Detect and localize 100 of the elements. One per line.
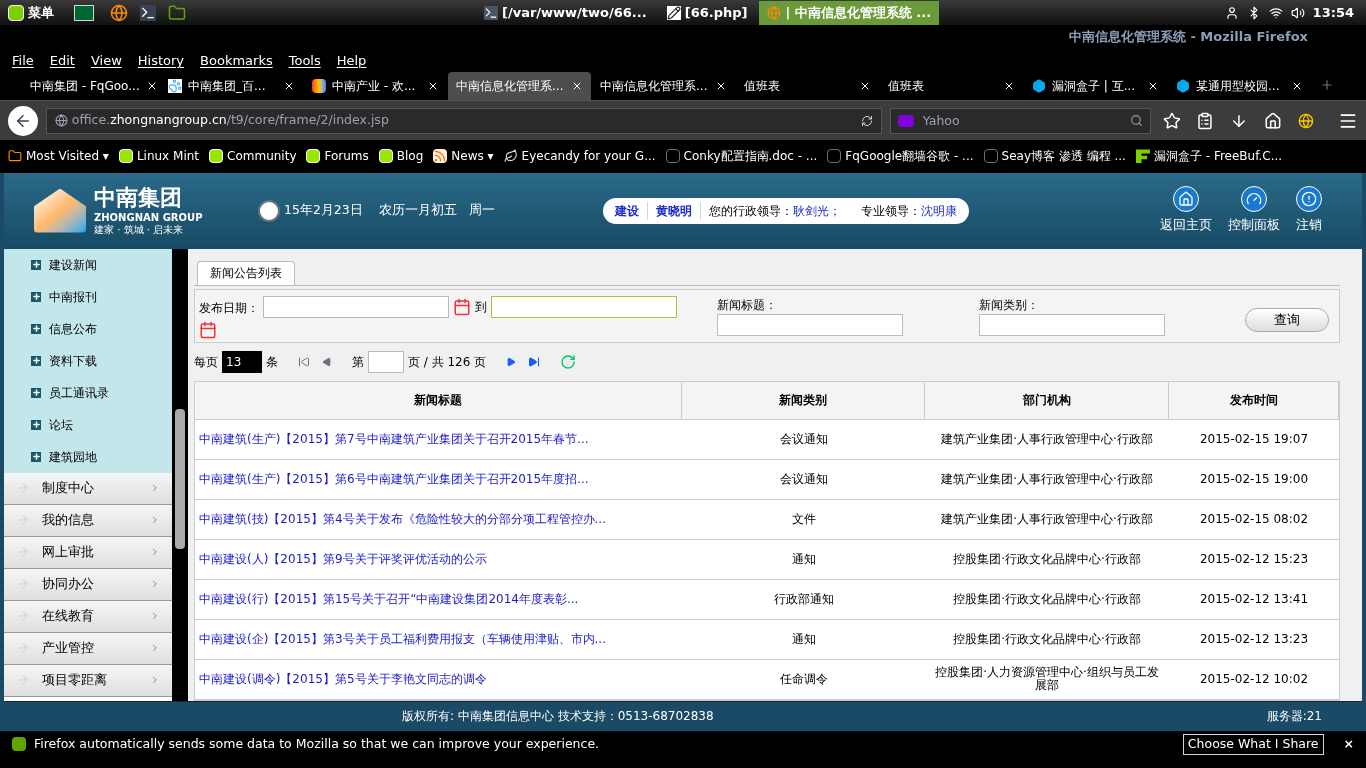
page-field[interactable] xyxy=(368,350,404,373)
wifi-icon[interactable] xyxy=(1268,5,1283,20)
home-icon[interactable] xyxy=(1264,111,1283,130)
search-field[interactable]: Yahoo xyxy=(889,107,1151,134)
first-page-icon[interactable] xyxy=(298,355,310,368)
next-page-icon[interactable] xyxy=(506,356,517,367)
bookmark-item[interactable]: Most Visited ▾ xyxy=(8,147,109,166)
title-field[interactable] xyxy=(717,313,903,336)
menu-item[interactable]: Help xyxy=(336,51,367,71)
browser-tab[interactable]: 某通用型校园... xyxy=(1168,72,1311,100)
submenu-item[interactable]: 员工通讯录 xyxy=(4,376,172,409)
submenu-item[interactable]: 资料下载 xyxy=(4,344,172,377)
content-tab[interactable]: 新闻公告列表 xyxy=(197,260,295,285)
sidebar-item[interactable]: 制度中心 xyxy=(4,472,172,505)
scrollbar-thumb[interactable] xyxy=(175,408,185,549)
reading-list-icon[interactable] xyxy=(1196,111,1215,130)
close-icon[interactable] xyxy=(859,80,871,92)
bookmark-item[interactable]: News ▾ xyxy=(433,147,494,166)
type-field[interactable] xyxy=(979,313,1165,336)
sidebar-item[interactable]: 在线教育 xyxy=(4,600,172,633)
globe-icon[interactable] xyxy=(1298,112,1315,129)
previous-page-icon[interactable] xyxy=(322,356,332,367)
news-title-link[interactable]: 中南建设(人)【2015】第9号关于评奖评优活动的公示 xyxy=(195,550,682,569)
news-title-link[interactable]: 中南建设(行)【2015】第15号关于召开“中南建设集团2014年度表彰... xyxy=(195,590,682,609)
close-icon[interactable] xyxy=(427,80,439,92)
header-action[interactable]: 控制面板 xyxy=(1228,186,1280,235)
column-header[interactable]: 部门机构 xyxy=(925,381,1169,419)
user-icon[interactable] xyxy=(1224,5,1239,20)
close-icon[interactable] xyxy=(715,80,727,92)
close-button[interactable]: × xyxy=(1343,734,1354,754)
start-menu-button[interactable]: 菜单 xyxy=(4,3,58,23)
column-header[interactable]: 新闻类别 xyxy=(682,381,925,419)
menu-item[interactable]: History xyxy=(137,51,185,71)
desktop-icon[interactable] xyxy=(74,4,94,21)
close-icon[interactable] xyxy=(283,80,295,92)
breadcrumb-item[interactable]: 建设 xyxy=(614,201,648,220)
sidebar-item[interactable]: 我的信息 xyxy=(4,504,172,537)
menu-item[interactable]: Edit xyxy=(49,51,75,71)
browser-tab[interactable]: 中南信息化管理系... xyxy=(592,72,735,100)
sidebar-item[interactable]: 产业管控 xyxy=(4,632,172,665)
sidebar-item[interactable]: 协同办公 xyxy=(4,568,172,601)
browser-tab[interactable]: 中南产业 - 欢... xyxy=(304,72,447,100)
clock[interactable]: 13:54 xyxy=(1312,3,1354,23)
bookmark-item[interactable]: Seay博客 渗透 编程 ... xyxy=(983,147,1126,166)
close-icon[interactable] xyxy=(1147,80,1159,92)
column-header[interactable]: 新闻标题 xyxy=(195,381,682,419)
menu-item[interactable]: View xyxy=(90,51,122,71)
date-from-field[interactable] xyxy=(263,295,449,318)
bookmark-item[interactable]: Eyecandy for your G... xyxy=(503,147,656,166)
per-page-field[interactable]: 13 xyxy=(222,350,262,373)
submenu-item[interactable]: 中南报刊 xyxy=(4,280,172,313)
terminal-icon[interactable] xyxy=(140,4,156,21)
bookmark-star-icon[interactable] xyxy=(1162,111,1181,130)
search-icon[interactable] xyxy=(1129,113,1143,127)
reload-icon[interactable] xyxy=(860,114,873,127)
query-button[interactable]: 查询 xyxy=(1245,307,1329,332)
close-icon[interactable] xyxy=(1003,80,1015,92)
menu-item[interactable]: Bookmarks xyxy=(200,51,273,71)
bookmark-item[interactable]: Community xyxy=(209,147,297,166)
bookmark-item[interactable]: FqGoogle翻墙谷歌 - ... xyxy=(827,147,974,166)
bookmark-item[interactable]: Forums xyxy=(306,147,369,166)
submenu-item[interactable]: 信息公布 xyxy=(4,312,172,345)
taskbar-window[interactable]: [/var/www/two/66... xyxy=(476,0,655,25)
news-title-link[interactable]: 中南建设(企)【2015】第3号关于员工福利费用报支（车辆使用津贴、市内... xyxy=(195,630,682,649)
browser-tab[interactable]: 漏洞盒子 | 互... xyxy=(1024,72,1167,100)
submenu-item[interactable]: 论坛 xyxy=(4,408,172,441)
sidebar-item[interactable]: 项目零距离 xyxy=(4,664,172,697)
bookmark-item[interactable]: Conky配置指南.doc - ... xyxy=(665,147,818,166)
date-to-field[interactable] xyxy=(491,295,677,318)
close-icon[interactable] xyxy=(1291,80,1303,92)
bookmark-item[interactable]: Linux Mint xyxy=(118,147,200,166)
menu-item[interactable]: File xyxy=(12,51,34,71)
choose-share-button[interactable]: Choose What I Share xyxy=(1182,733,1324,755)
back-button[interactable] xyxy=(8,105,38,136)
close-icon[interactable] xyxy=(571,80,583,92)
news-title-link[interactable]: 中南建筑(生产)【2015】第7号中南建筑产业集团关于召开2015年春节... xyxy=(195,430,682,449)
news-title-link[interactable]: 中南建筑(技)【2015】第4号关于发布《危险性较大的分部分项工程管控办... xyxy=(195,510,682,529)
calendar-icon[interactable] xyxy=(199,320,217,339)
volume-icon[interactable] xyxy=(1290,5,1305,20)
last-page-icon[interactable] xyxy=(528,355,541,368)
browser-tab[interactable]: 值班表 xyxy=(736,72,879,100)
folder-icon[interactable] xyxy=(168,3,186,22)
submenu-item[interactable]: 建筑园地 xyxy=(4,440,172,473)
header-action[interactable]: 注销 xyxy=(1296,186,1322,235)
calendar-icon[interactable] xyxy=(453,297,471,316)
menu-item[interactable]: Tools xyxy=(288,51,321,71)
news-title-link[interactable]: 中南建筑(生产)【2015】第6号中南建筑产业集团关于召开2015年度招... xyxy=(195,470,682,489)
news-title-link[interactable]: 中南建设(调令)【2015】第5号关于李艳文同志的调令 xyxy=(195,670,682,689)
browser-tab[interactable]: 值班表 xyxy=(880,72,1023,100)
header-action[interactable]: 返回主页 xyxy=(1160,186,1212,235)
browser-tab[interactable]: 中南信息化管理系... xyxy=(448,72,591,100)
breadcrumb-item[interactable]: 黄晓明 xyxy=(655,201,701,220)
globe-icon[interactable] xyxy=(110,3,128,22)
bookmark-item[interactable]: Blog xyxy=(378,147,424,166)
taskbar-window[interactable]: [66.php] xyxy=(658,0,756,25)
column-header[interactable]: 发布时间 xyxy=(1169,381,1339,419)
submenu-item[interactable]: 建设新闻 xyxy=(4,248,172,281)
browser-tab[interactable]: 中南集团_百... xyxy=(160,72,303,100)
sidebar-item[interactable]: 网上审批 xyxy=(4,536,172,569)
bookmark-item[interactable]: 漏洞盒子 - FreeBuf.C... xyxy=(1135,147,1283,166)
